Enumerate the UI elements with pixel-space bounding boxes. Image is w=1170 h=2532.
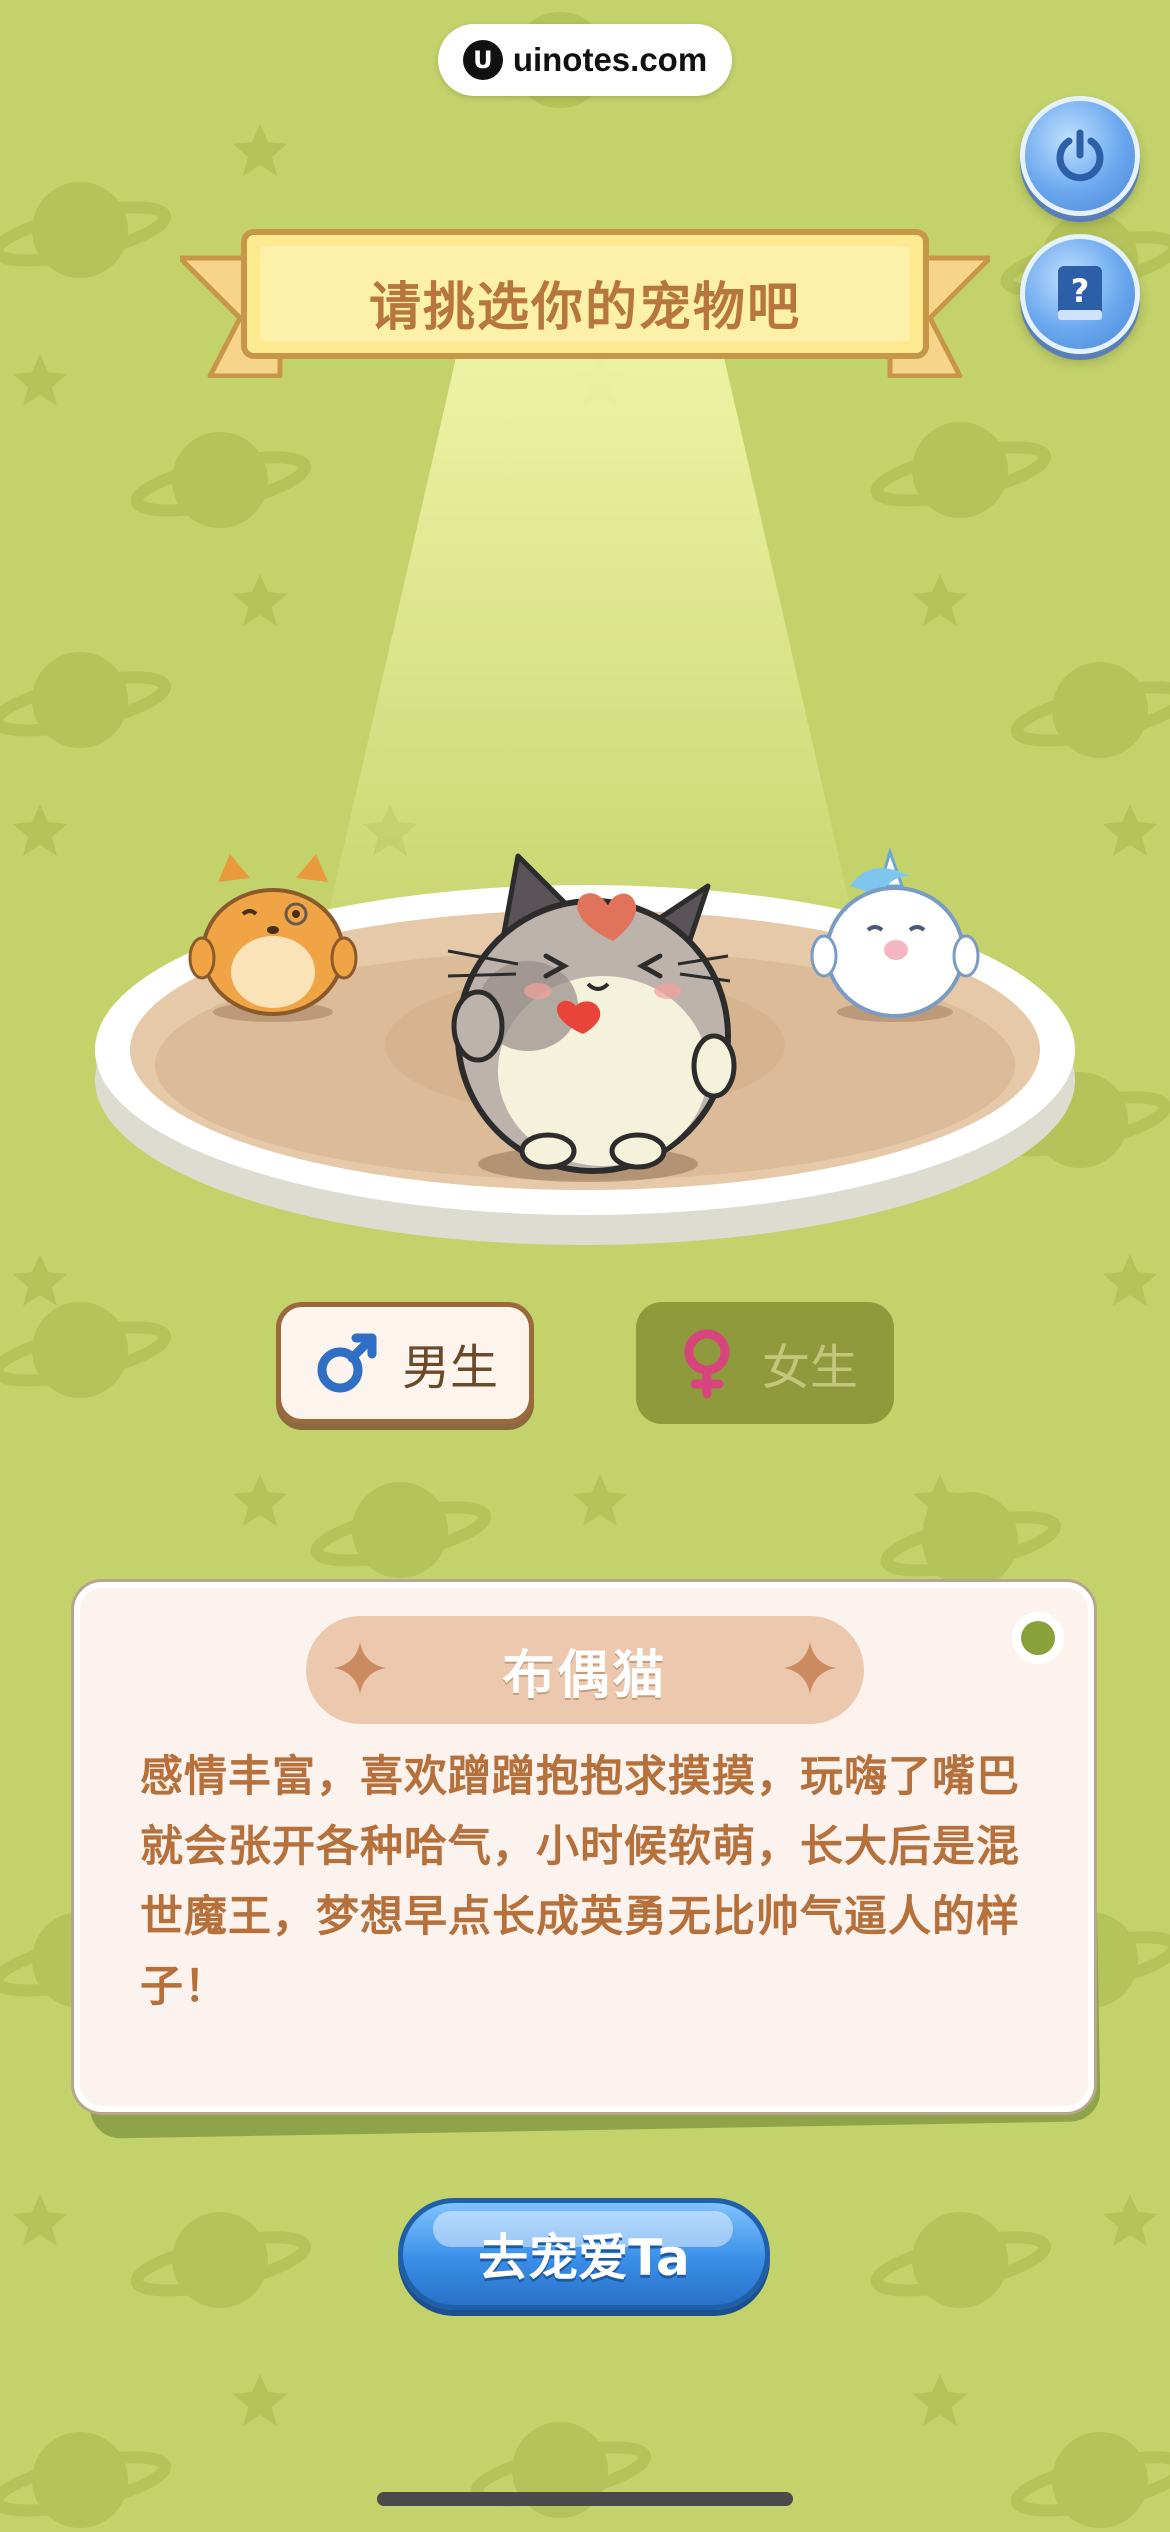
male-symbol-icon: [317, 1333, 377, 1393]
power-button[interactable]: [1020, 96, 1140, 216]
uinotes-watermark: U uinotes.com: [438, 24, 732, 96]
pet-ragdoll-cat[interactable]: [428, 846, 748, 1186]
help-button[interactable]: ?: [1020, 234, 1140, 354]
pet-shiba-dog[interactable]: [188, 852, 358, 1024]
pet-name-badge: 布偶猫: [306, 1616, 864, 1724]
home-indicator[interactable]: [377, 2492, 793, 2506]
female-gender-button[interactable]: 女生: [636, 1302, 894, 1424]
svg-text:?: ?: [1071, 272, 1090, 310]
male-label: 男生: [401, 1340, 498, 1396]
help-book-icon: ?: [1058, 266, 1102, 320]
uinotes-logo-icon: U: [462, 40, 503, 80]
card-dot-icon: [1012, 1612, 1064, 1664]
sparkle-right-icon: [784, 1642, 836, 1694]
male-gender-button[interactable]: 男生: [276, 1302, 534, 1424]
watermark-text: uinotes.com: [512, 41, 708, 78]
power-icon: [1056, 129, 1104, 182]
pet-white-unicorn[interactable]: [810, 846, 980, 1024]
page-title: 请挑选你的宠物吧: [368, 277, 801, 338]
female-symbol-icon: [684, 1329, 730, 1399]
pet-name: 布偶猫: [502, 1645, 668, 1706]
female-label: 女生: [761, 1340, 858, 1396]
cta-label: 去宠爱Ta: [478, 2229, 690, 2287]
pet-description: 感情丰富，喜欢蹭蹭抱抱求摸摸，玩嗨了嘴巴就会张开各种哈气，小时候软萌，长大后是混…: [140, 1752, 1020, 2012]
pamper-pet-button[interactable]: 去宠爱Ta: [398, 2198, 770, 2310]
sparkle-left-icon: [334, 1642, 386, 1694]
